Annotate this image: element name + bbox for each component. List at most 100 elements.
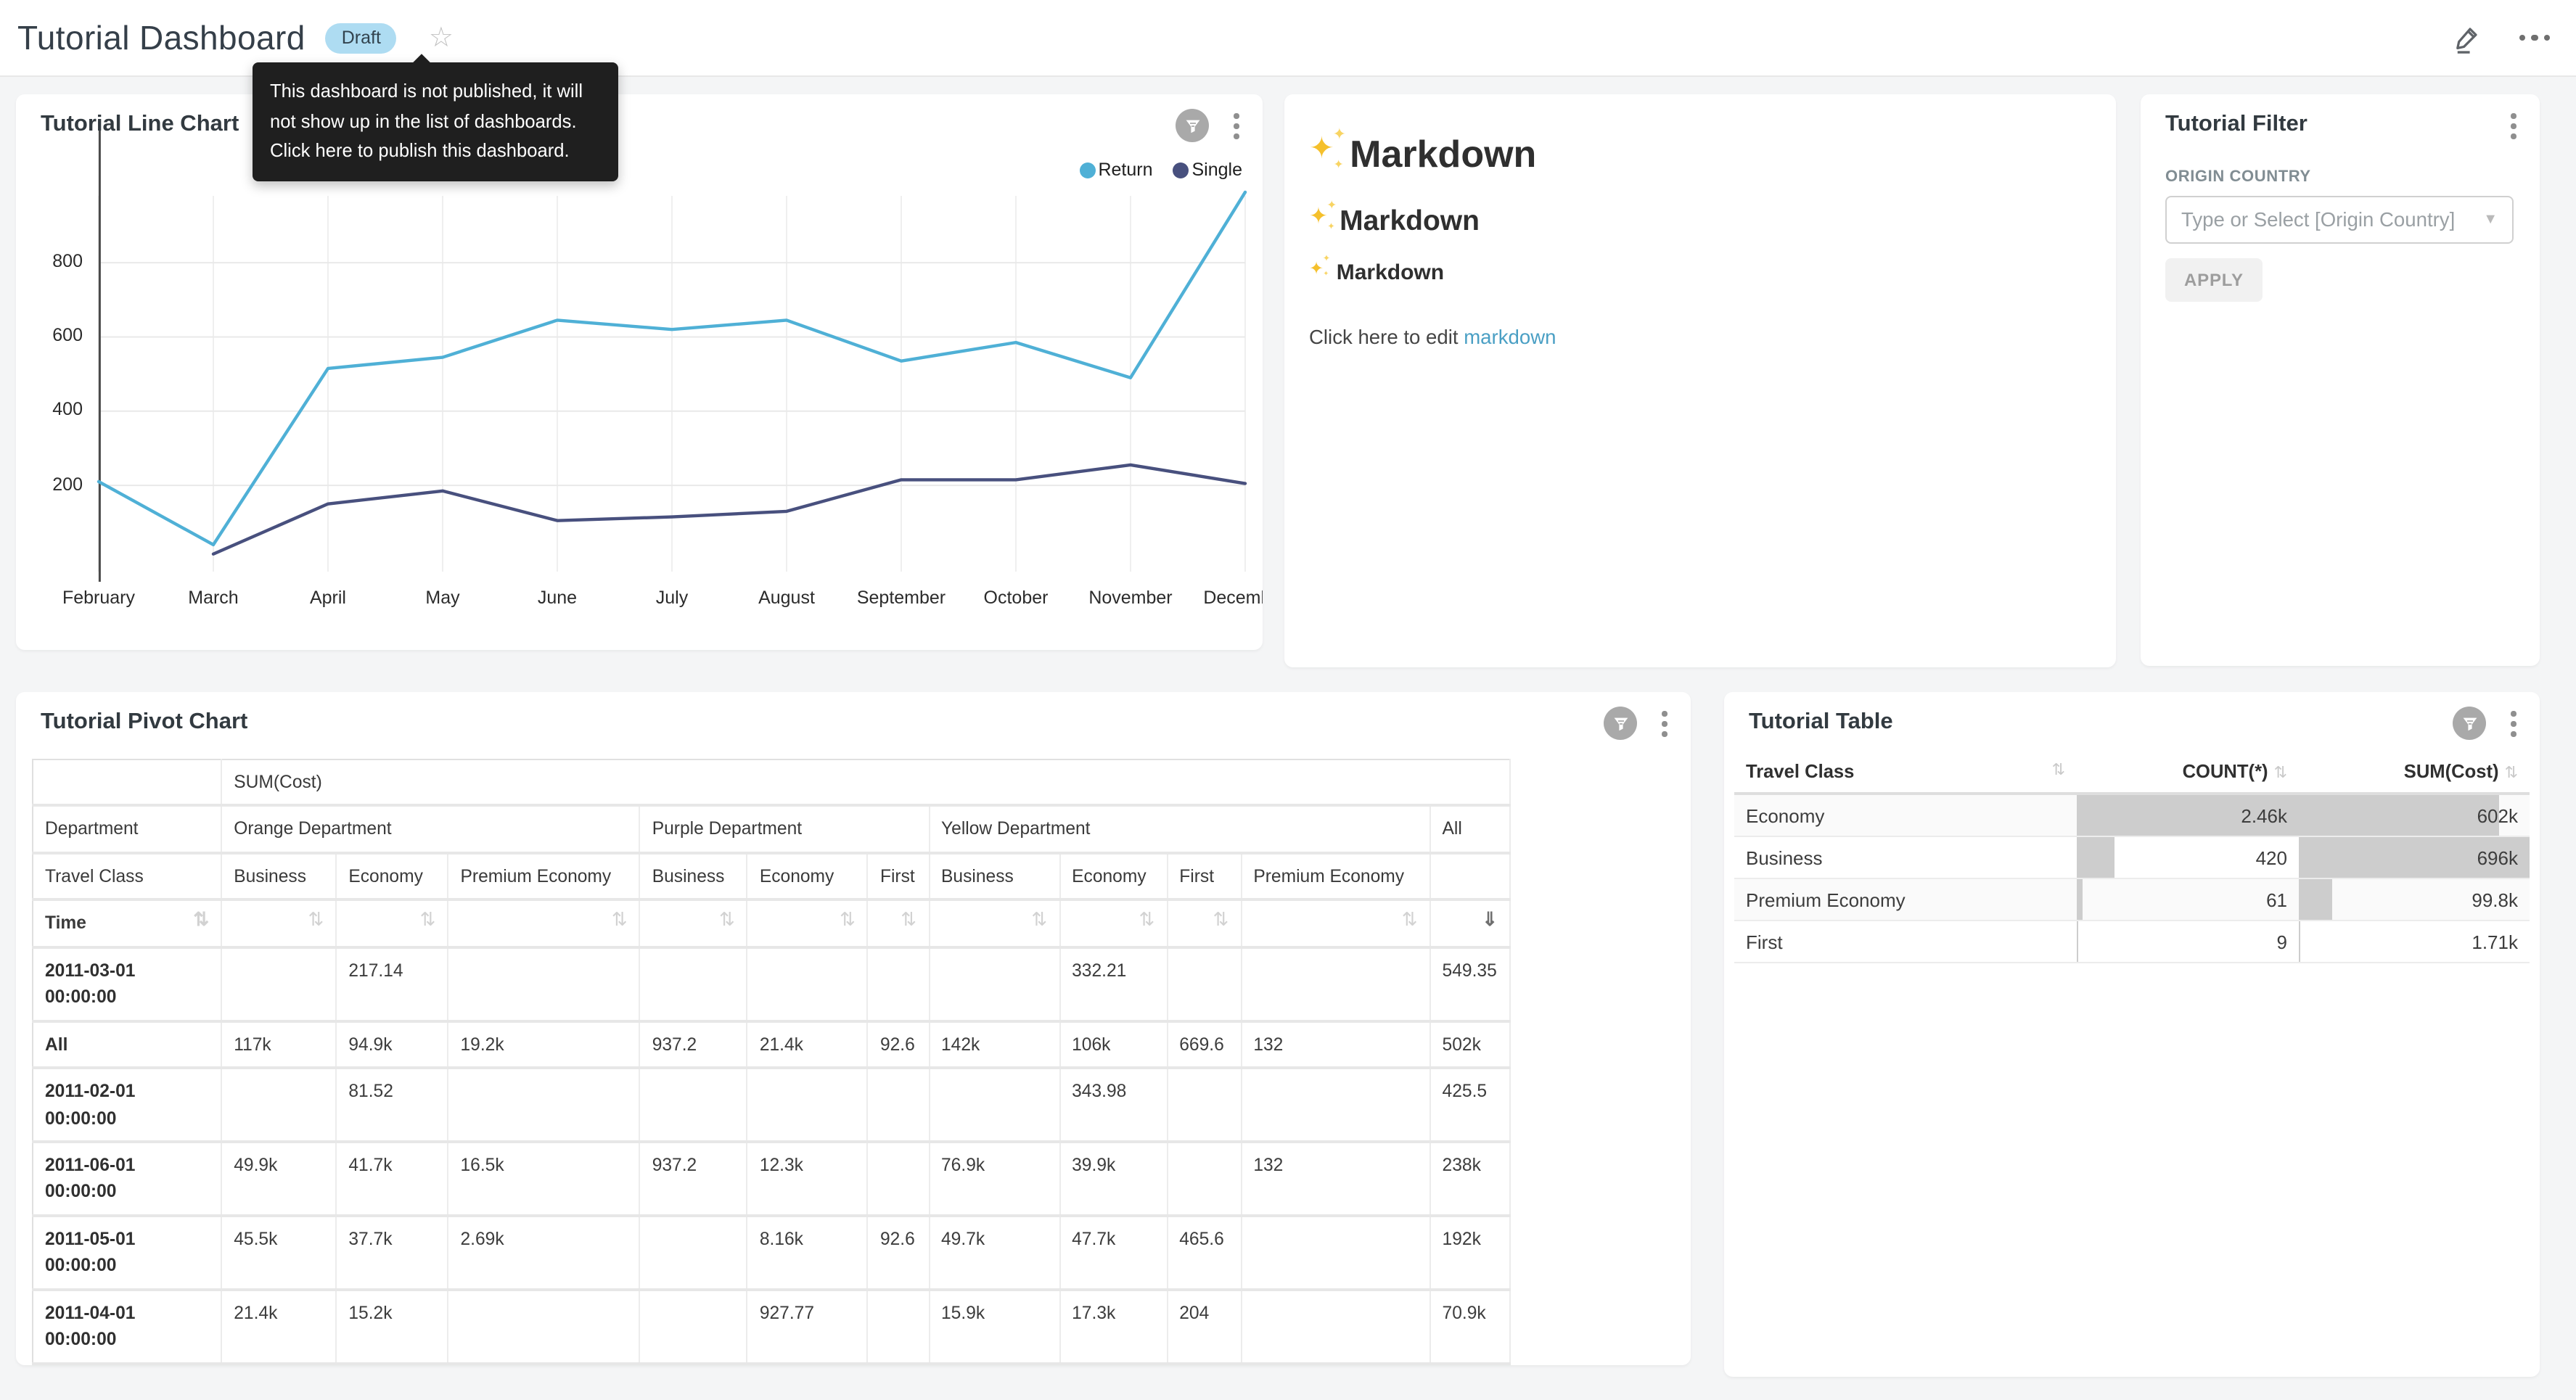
sort-toggle-icon[interactable]: ⇅ <box>901 910 916 931</box>
tooltip-line: not show up in the list of dashboards. <box>270 107 601 136</box>
pivot-cell <box>640 1216 747 1290</box>
pivot-cell: 47.7k <box>1059 1216 1167 1290</box>
kebab-menu-icon[interactable] <box>2506 707 2522 741</box>
kebab-menu-icon[interactable] <box>2506 109 2522 144</box>
travel-class-cell: Economy <box>1734 794 2077 836</box>
tooltip-line: Click here to publish this dashboard. <box>270 137 601 167</box>
pivot-column-header <box>1430 853 1510 900</box>
pivot-cell <box>640 1289 747 1363</box>
sparkles-emoji-icon: ✦✦✦ <box>1309 205 1340 233</box>
legend-dot-icon <box>1079 162 1095 178</box>
filter-funnel-icon[interactable] <box>1604 707 1638 741</box>
column-header-travel-class[interactable]: Travel Class⇅ <box>1734 750 2077 794</box>
pivot-cell: 70.9k <box>1430 1289 1510 1363</box>
sort-toggle-icon[interactable]: ⇅ <box>1031 910 1047 931</box>
pivot-cell: 15.2k <box>336 1289 448 1363</box>
sort-toggle-icon[interactable]: ⇅ <box>719 910 735 931</box>
pivot-cell <box>868 1142 929 1216</box>
sum-bar <box>2299 795 2498 836</box>
pivot-cell <box>1167 947 1241 1021</box>
pivot-row-header: All <box>33 1021 221 1068</box>
sort-toggle-icon[interactable]: ⇅ <box>612 910 628 931</box>
sort-toggle-icon[interactable]: ⇅ <box>308 910 324 931</box>
pivot-chart-card: Tutorial Pivot Chart SUM(Cost)Department… <box>16 692 1691 1365</box>
sum-cell: 696k <box>2299 836 2530 878</box>
pivot-row: 2011-06-01 00:00:0049.9k41.7k16.5k937.21… <box>33 1142 1510 1216</box>
markdown-heading-3: ✦✦✦Markdown <box>1309 259 2090 284</box>
pivot-cell: 132 <box>1241 1021 1429 1068</box>
data-table: Travel Class⇅COUNT(*)⇅SUM(Cost)⇅ Economy… <box>1734 750 2530 963</box>
x-tick-label: December <box>1176 588 1263 608</box>
pivot-cell <box>868 1289 929 1363</box>
filter-funnel-icon[interactable] <box>2453 707 2487 741</box>
column-header-count[interactable]: COUNT(*)⇅ <box>2077 750 2299 794</box>
pivot-cell: 502k <box>1430 1021 1510 1068</box>
pivot-cell: 132 <box>1241 1142 1429 1216</box>
pivot-group-header: Purple Department <box>640 806 929 853</box>
pivot-cell: 549.35 <box>1430 947 1510 1021</box>
pivot-column-header: Premium Economy <box>1241 853 1429 900</box>
pivot-table: SUM(Cost)DepartmentOrange DepartmentPurp… <box>32 759 1511 1364</box>
pivot-cell <box>448 947 639 1021</box>
sort-toggle-icon[interactable]: ⇅ <box>1139 910 1154 931</box>
y-tick-label: 400 <box>16 400 83 420</box>
markdown-card: ✦✦✦Markdown ✦✦✦Markdown ✦✦✦Markdown Clic… <box>1284 94 2116 667</box>
sort-toggle-icon[interactable]: ⇅ <box>1213 910 1229 931</box>
pivot-header-icons <box>1604 707 1673 741</box>
column-header-sum-cost[interactable]: SUM(Cost)⇅ <box>2299 750 2530 794</box>
pivot-row: 2011-02-01 00:00:0081.52343.98425.5 <box>33 1068 1510 1142</box>
table-header-row: Travel Class⇅COUNT(*)⇅SUM(Cost)⇅ <box>1734 750 2530 794</box>
pivot-dimension-label: Department <box>33 806 221 853</box>
apply-button[interactable]: APPLY <box>2165 258 2263 302</box>
count-bar <box>2077 879 2083 920</box>
tooltip-line: This dashboard is not published, it will <box>270 77 601 107</box>
kebab-menu-icon[interactable] <box>1657 707 1673 741</box>
line-chart-card: Tutorial Line Chart ReturnSingle 2004006… <box>16 94 1263 650</box>
pivot-cell: 19.2k <box>448 1021 639 1068</box>
sort-toggle-icon[interactable]: ⇅ <box>2505 765 2518 782</box>
pivot-cell: 45.5k <box>221 1216 336 1290</box>
edit-dashboard-icon[interactable] <box>2450 22 2481 53</box>
sort-toggle-icon[interactable]: ⇅ <box>2052 760 2065 779</box>
pivot-cell: 117k <box>221 1021 336 1068</box>
y-tick-label: 200 <box>16 474 83 494</box>
draft-badge[interactable]: Draft <box>326 22 397 53</box>
sort-toggle-icon[interactable]: ⇅ <box>420 910 436 931</box>
sort-toggle-icon[interactable]: ⇅ <box>840 910 856 931</box>
pivot-table-body: 2011-03-01 00:00:00217.14332.21549.35All… <box>33 947 1510 1364</box>
header-actions <box>2450 0 2550 75</box>
count-bar <box>2077 837 2114 878</box>
pivot-group-header: All <box>1430 806 1510 853</box>
pivot-cell <box>1241 1216 1429 1290</box>
pivot-cell: 192k <box>1430 1216 1510 1290</box>
favorite-star-icon[interactable]: ☆ <box>429 24 454 52</box>
data-table-wrap: Travel Class⇅COUNT(*)⇅SUM(Cost)⇅ Economy… <box>1734 750 2530 963</box>
markdown-body: ✦✦✦Markdown ✦✦✦Markdown ✦✦✦Markdown Clic… <box>1284 94 2116 348</box>
more-actions-icon[interactable] <box>2519 29 2550 47</box>
markdown-heading-1: ✦✦✦Markdown <box>1309 132 2090 177</box>
legend-item-single[interactable]: Single <box>1173 160 1243 180</box>
sort-toggle-icon[interactable]: ⇅ <box>1402 910 1418 931</box>
pivot-cell: 49.9k <box>221 1142 336 1216</box>
legend-item-return[interactable]: Return <box>1079 160 1152 180</box>
pivot-cell: 76.9k <box>929 1142 1059 1216</box>
filter-funnel-icon[interactable] <box>1176 110 1210 143</box>
edit-markdown-link[interactable]: markdown <box>1464 326 1556 348</box>
line-chart-svg <box>99 196 1245 572</box>
pivot-row-header: 2011-02-01 00:00:00 <box>33 1068 221 1142</box>
sort-toggle-icon[interactable]: ⇅ <box>2274 765 2287 782</box>
select-placeholder: Type or Select [Origin Country] <box>2181 209 2474 231</box>
sum-bar <box>2299 921 2300 962</box>
pivot-cell: 94.9k <box>336 1021 448 1068</box>
origin-country-select[interactable]: Type or Select [Origin Country] ▼ <box>2165 196 2514 244</box>
table-row: First91.71k <box>1734 921 2530 963</box>
pivot-cell <box>221 1068 336 1142</box>
kebab-menu-icon[interactable] <box>1228 109 1245 144</box>
sort-toggle-icon[interactable]: ⇅ <box>193 910 209 931</box>
sort-desc-icon[interactable]: ⇓ <box>1482 910 1498 931</box>
table-card: Tutorial Table Travel Class⇅COUNT(*)⇅SUM… <box>1724 692 2540 1377</box>
data-table-body: Economy2.46k602kBusiness420696kPremium E… <box>1734 794 2530 963</box>
pivot-cell: 238k <box>1430 1142 1510 1216</box>
pivot-table-wrap: SUM(Cost)DepartmentOrange DepartmentPurp… <box>32 759 1511 1364</box>
pivot-cell: 343.98 <box>1059 1068 1167 1142</box>
